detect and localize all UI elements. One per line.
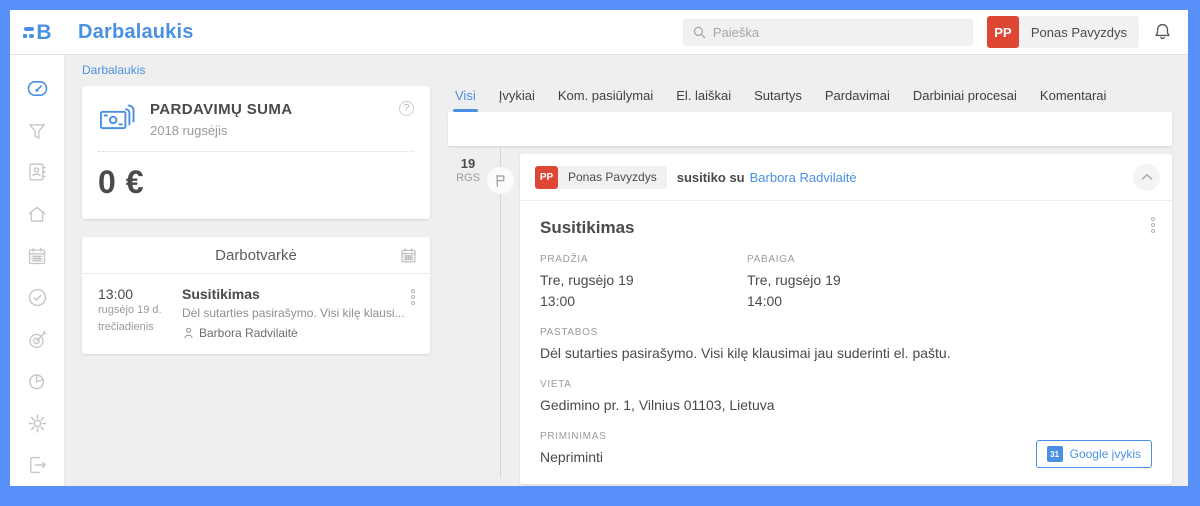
tab-pardavimai[interactable]: Pardavimai (825, 88, 890, 112)
address-book-icon (26, 161, 48, 183)
dashboard-gauge-icon (26, 77, 49, 100)
agenda-card-title: Darbotvarkė (215, 247, 297, 264)
collapse-button[interactable] (1133, 164, 1160, 191)
sales-card-period: 2018 rugsėjis (150, 123, 293, 138)
agenda-calendar-icon[interactable] (399, 246, 418, 265)
google-calendar-icon: 31 (1047, 446, 1063, 462)
content-area: Darbalaukis PARDAVIMŲ SUMA 2018 rugsėjis (65, 55, 1188, 486)
sidebar-item-filters[interactable] (10, 110, 65, 152)
app-window: B Darbalaukis Paieška PP Ponas Pavyzdys (10, 10, 1188, 486)
activity-composer[interactable] (448, 112, 1172, 146)
check-circle-icon (26, 286, 49, 309)
sidebar-item-logout[interactable] (10, 444, 65, 486)
location-value: Gedimino pr. 1, Vilnius 01103, Lietuva (540, 395, 1152, 416)
tab-darbiniai-procesai[interactable]: Darbiniai procesai (913, 88, 1017, 112)
sidebar-item-settings[interactable] (10, 402, 65, 444)
tab-sutartys[interactable]: Sutartys (754, 88, 802, 112)
search-input[interactable]: Paieška (683, 19, 973, 46)
google-event-button[interactable]: 31 Google įvykis (1036, 440, 1152, 468)
event-target-link[interactable]: Barbora Radvilaitė (750, 170, 857, 185)
tab-el-laiskai[interactable]: El. laiškai (676, 88, 731, 112)
tab-kom-pasiulymai[interactable]: Kom. pasiūlymai (558, 88, 653, 112)
activity-tabs: Visi Įvykiai Kom. pasiūlymai El. laiškai… (448, 86, 1172, 112)
agenda-event-weekday: trečiadienis (98, 319, 182, 336)
page-title: Darbalaukis (78, 21, 194, 44)
activity-stream: Visi Įvykiai Kom. pasiūlymai El. laiškai… (448, 86, 1172, 486)
banknotes-icon (98, 102, 138, 132)
event-card-body: Susitikimas PRADŽIA Tre, rugsėjo 19 13:0… (520, 201, 1172, 484)
timeline-marker (487, 167, 514, 194)
actor-avatar: PP (535, 166, 558, 189)
end-time: 14:00 (747, 291, 954, 312)
sidebar-item-goals[interactable] (10, 319, 65, 361)
sidebar-item-dashboard[interactable] (10, 68, 65, 110)
brand-logo-icon: B (23, 22, 51, 43)
sidebar-item-companies[interactable] (10, 193, 65, 235)
sales-sum-card: PARDAVIMŲ SUMA 2018 rugsėjis ? 0 € (82, 86, 430, 219)
sales-sum-value: 0 € (98, 164, 414, 201)
reminder-value: Nepriminti (540, 447, 606, 468)
search-icon (693, 26, 706, 39)
home-icon (26, 203, 48, 225)
app-logo[interactable]: B (10, 10, 65, 54)
agenda-event-menu-icon[interactable] (406, 286, 420, 340)
agenda-event-date: rugsėjo 19 d. (98, 302, 182, 319)
notifications-bell-icon[interactable] (1152, 21, 1173, 43)
event-card: PP Ponas Pavyzdys susitiko su Barbora Ra… (520, 154, 1172, 484)
end-label: PABAIGA (747, 254, 954, 265)
event-card-header: PP Ponas Pavyzdys susitiko su Barbora Ra… (520, 154, 1172, 201)
gear-icon (26, 412, 49, 435)
timeline-line (500, 148, 501, 478)
tab-komentarai[interactable]: Komentarai (1040, 88, 1106, 112)
topbar: B Darbalaukis Paieška PP Ponas Pavyzdys (10, 10, 1188, 55)
flag-icon (493, 173, 508, 188)
widgets-column: PARDAVIMŲ SUMA 2018 rugsėjis ? 0 € Darbo… (82, 86, 430, 486)
end-date: Tre, rugsėjo 19 (747, 270, 954, 291)
location-label: VIETA (540, 379, 1152, 390)
agenda-event-title: Susitikimas (182, 286, 406, 302)
person-icon (182, 326, 199, 340)
user-name: Ponas Pavyzdys (1019, 25, 1139, 40)
screen: B Darbalaukis Paieška PP Ponas Pavyzdys (0, 0, 1200, 506)
pie-chart-icon (26, 370, 48, 392)
sidebar (10, 55, 65, 486)
sidebar-item-calendar[interactable] (10, 235, 65, 277)
google-event-button-label: Google įvykis (1070, 447, 1141, 461)
funnel-icon (26, 120, 48, 142)
actor-name: Ponas Pavyzdys (558, 166, 667, 189)
event-menu-icon[interactable] (1146, 214, 1160, 233)
notes-value: Dėl sutarties pasirašymo. Visi kilę klau… (540, 343, 1152, 364)
sidebar-item-tasks[interactable] (10, 277, 65, 319)
logout-icon (26, 454, 48, 476)
event-action: susitiko su (677, 170, 745, 185)
avatar: PP (987, 16, 1019, 48)
event-title: Susitikimas (540, 218, 1152, 238)
chevron-up-icon (1141, 173, 1153, 181)
agenda-event-participant[interactable]: Barbora Radvilaitė (199, 326, 298, 340)
timeline-day: 19 (450, 156, 486, 171)
calendar-icon (26, 245, 48, 267)
sales-card-title: PARDAVIMŲ SUMA (150, 101, 293, 119)
tab-ivykiai[interactable]: Įvykiai (499, 88, 535, 112)
sidebar-item-contacts[interactable] (10, 152, 65, 194)
start-time: 13:00 (540, 291, 747, 312)
user-menu[interactable]: PP Ponas Pavyzdys (987, 16, 1139, 48)
agenda-event-item[interactable]: 13:00 rugsėjo 19 d. trečiadienis Susitik… (82, 274, 430, 354)
start-label: PRADŽIA (540, 254, 747, 265)
breadcrumb[interactable]: Darbalaukis (82, 63, 1172, 77)
notes-label: PASTABOS (540, 327, 1152, 338)
sidebar-item-insights[interactable] (10, 361, 65, 403)
agenda-event-description: Dėl sutarties pasirašymo. Visi kilę klau… (182, 306, 406, 320)
target-dart-icon (26, 328, 49, 351)
actor-chip[interactable]: PP Ponas Pavyzdys (535, 166, 667, 189)
tab-visi[interactable]: Visi (455, 88, 476, 112)
start-date: Tre, rugsėjo 19 (540, 270, 747, 291)
search-placeholder: Paieška (713, 25, 759, 40)
timeline-date: 19 RGS (450, 156, 486, 184)
timeline-month: RGS (450, 172, 486, 184)
reminder-label: PRIMINIMAS (540, 431, 606, 442)
agenda-card: Darbotvarkė 13:00 rugsėjo 19 d. trečiadi… (82, 237, 430, 354)
help-icon[interactable]: ? (399, 101, 414, 116)
agenda-event-time: 13:00 (98, 286, 182, 302)
